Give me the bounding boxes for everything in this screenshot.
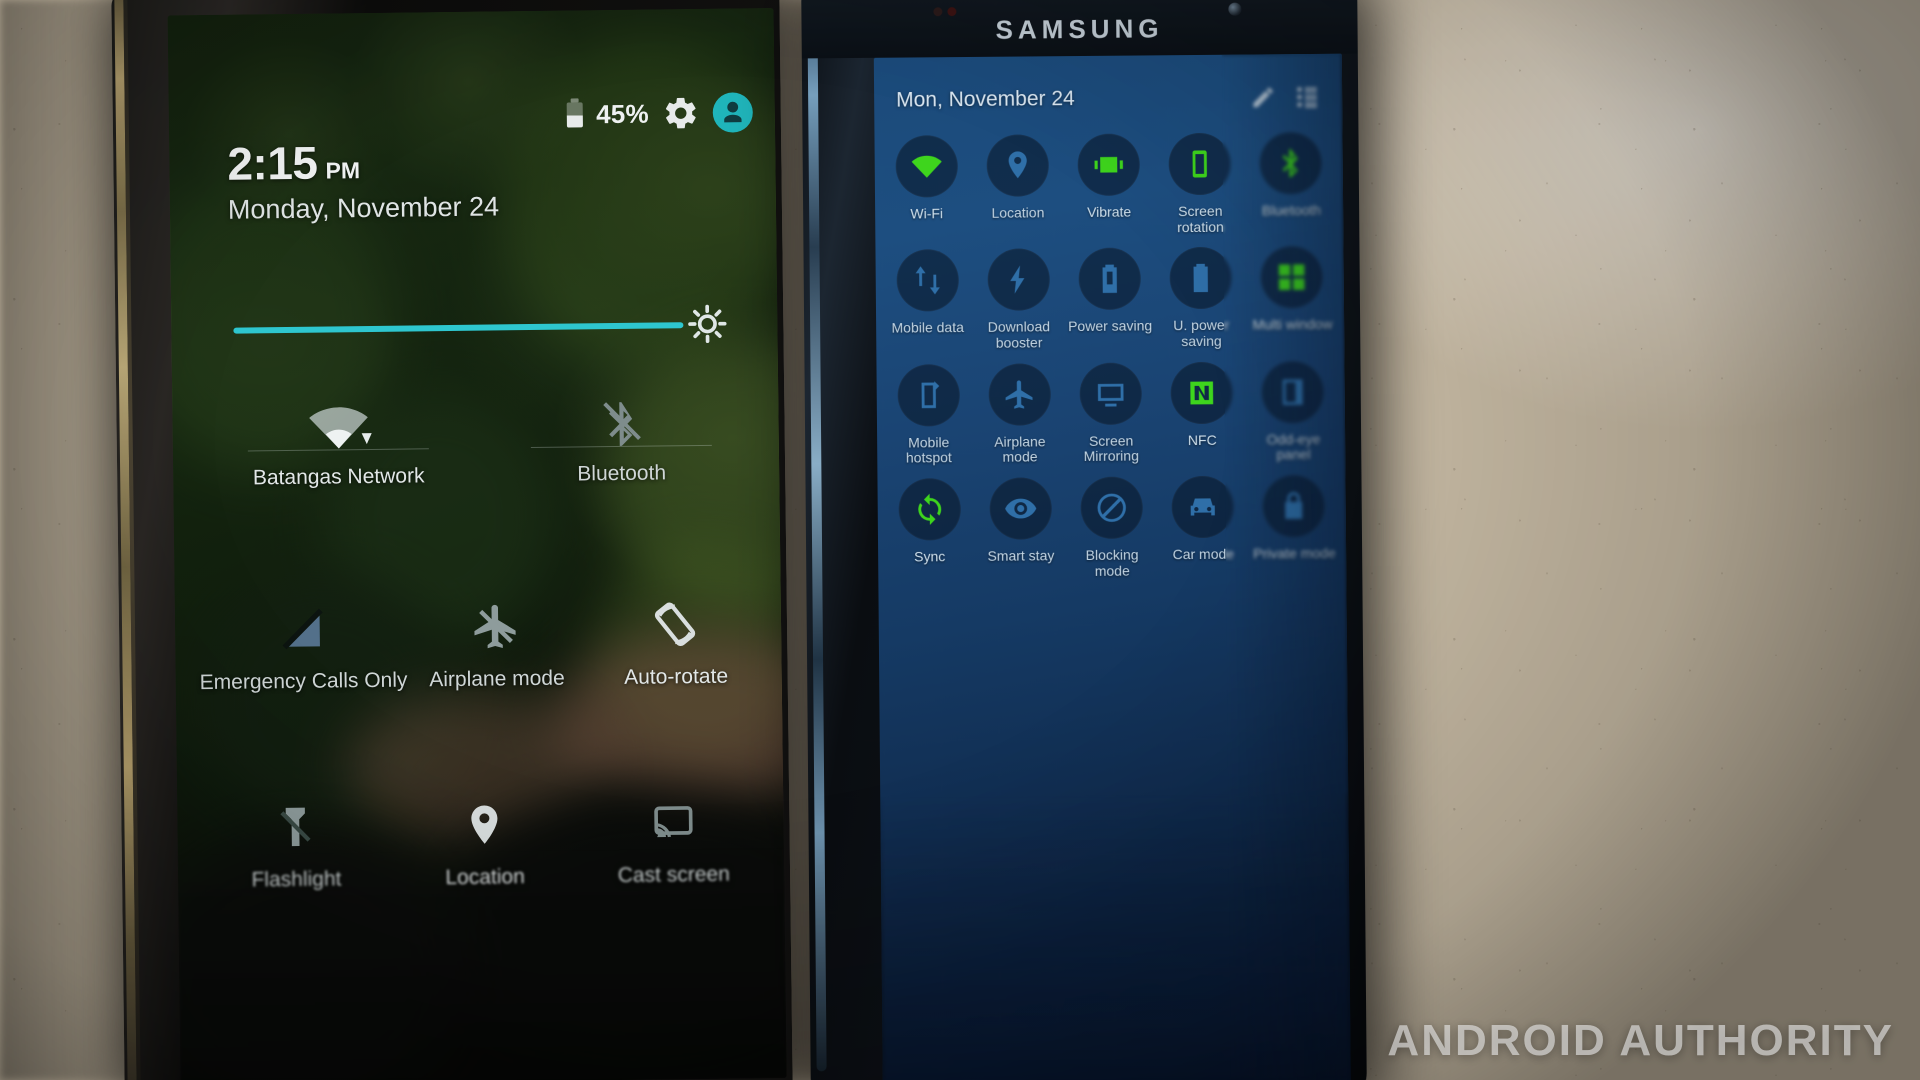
tile-bluetooth[interactable]: Bluetooth (479, 378, 763, 487)
samsung-tile-label: Mobile data (891, 319, 964, 337)
sync-icon (898, 478, 961, 541)
right-phone-top-bezel: SAMSUNG (801, 0, 1358, 59)
wifi-icon (895, 135, 958, 198)
battery-percent-label: 45% (595, 98, 649, 129)
samsung-tile-blocking-mode[interactable]: Blocking mode (1066, 476, 1158, 579)
brightness-icon[interactable] (687, 304, 727, 344)
tile-label: Batangas Network (252, 464, 425, 490)
smart-stay-icon (989, 477, 1052, 540)
vibrate-icon (1077, 133, 1140, 197)
samsung-tile-label: Download booster (987, 318, 1051, 351)
right-phone-edge-highlight (807, 0, 827, 1072)
left-status-bar: 45% (567, 92, 754, 134)
left-clock-ampm: PM (325, 157, 361, 184)
screen-mirroring-icon (1079, 362, 1142, 425)
bluetooth-off-icon (479, 378, 763, 463)
airplane-off-icon (406, 584, 586, 668)
samsung-tile-label: Power saving (1068, 317, 1153, 335)
samsung-tile-label: Blocking mode (1085, 546, 1139, 579)
tile-label: Airplane mode (429, 666, 565, 692)
left-clock-time: 2:15 (227, 136, 318, 190)
samsung-tile-screen-mirroring[interactable]: Screen Mirroring (1065, 362, 1157, 465)
samsung-tile-label: Screen Mirroring (1083, 432, 1139, 465)
samsung-tile-label: Location (991, 204, 1045, 221)
samsung-brand-logo: SAMSUNG (995, 13, 1164, 45)
samsung-tile-airplane-mode[interactable]: Airplane mode (974, 362, 1066, 466)
right-phone-device: SAMSUNG Mon, November 24 Wi-Fi Location Vi… (801, 0, 1367, 1080)
airplane-mode-icon (988, 362, 1051, 426)
download-booster-icon (987, 248, 1050, 312)
tile-emergency-calls[interactable]: Emergency Calls Only (199, 587, 408, 696)
samsung-tile-label: Wi-Fi (910, 205, 944, 222)
gear-icon[interactable] (662, 94, 700, 132)
left-screen-focus-falloff (177, 847, 787, 1080)
samsung-tile-label: Vibrate (1087, 203, 1132, 220)
mobile-hotspot-icon (897, 363, 960, 427)
watermark: ANDROID AUTHORITY (1387, 1016, 1894, 1065)
signal-off-icon (199, 587, 408, 672)
tile-auto-rotate[interactable]: Auto-rotate (585, 582, 765, 690)
tile-label: Bluetooth (577, 461, 667, 486)
header-spacer (1075, 98, 1232, 99)
left-phone-screen: 45% 2:15 PM Monday, November 24 Batangas… (167, 8, 787, 1080)
samsung-tile-label: Sync (914, 548, 946, 565)
samsung-tile-download-booster[interactable]: Download booster (973, 248, 1065, 352)
power-saving-icon (1078, 247, 1141, 311)
wifi-icon (196, 382, 480, 467)
brightness-slider[interactable] (233, 304, 727, 353)
battery-icon (567, 101, 584, 128)
tile-label: Auto-rotate (624, 664, 729, 689)
samsung-tile-mobile-hotspot[interactable]: Mobile hotspot (882, 363, 974, 467)
left-date-label: Monday, November 24 (227, 191, 500, 225)
samsung-tile-power-saving[interactable]: Power saving (1064, 247, 1156, 351)
right-date-label: Mon, November 24 (896, 87, 1075, 112)
samsung-tile-location[interactable]: Location (972, 134, 1064, 237)
right-screen-edge-falloff (1221, 53, 1351, 1080)
left-clock-group: 2:15 PM (227, 135, 360, 191)
brightness-slider-track[interactable] (233, 322, 684, 334)
samsung-tile-label: Mobile hotspot (905, 433, 952, 466)
tile-airplane-mode[interactable]: Airplane mode (406, 584, 586, 692)
samsung-tile-vibrate[interactable]: Vibrate (1063, 133, 1155, 236)
samsung-tile-sync[interactable]: Sync (883, 478, 975, 581)
samsung-tile-label: Smart stay (987, 547, 1055, 564)
left-tile-row-1: Batangas Network Bluetooth (196, 378, 763, 491)
left-tile-row-2: Emergency Calls Only Airplane mode Auto-… (199, 582, 766, 695)
right-phone-screen: Mon, November 24 Wi-Fi Location Vibrate Scr… (873, 53, 1351, 1080)
tile-wifi[interactable]: Batangas Network (196, 382, 480, 491)
samsung-tile-smart-stay[interactable]: Smart stay (975, 477, 1067, 580)
left-tile-grid: Batangas Network Bluetooth Emergency Cal… (196, 378, 768, 893)
samsung-tile-mobile-data[interactable]: Mobile data (881, 249, 973, 352)
blocking-mode-icon (1080, 476, 1143, 540)
samsung-tile-label: Airplane mode (994, 433, 1046, 466)
auto-rotate-icon (585, 582, 765, 666)
samsung-tile-wi-fi[interactable]: Wi-Fi (880, 135, 972, 238)
tile-label: Emergency Calls Only (199, 668, 408, 695)
location-pin-icon (986, 134, 1049, 197)
mobile-data-icon (896, 249, 959, 312)
left-phone-device: 45% 2:15 PM Monday, November 24 Batangas… (111, 0, 793, 1080)
screenshot-canvas: 45% 2:15 PM Monday, November 24 Batangas… (0, 0, 1920, 1080)
user-avatar-icon[interactable] (712, 92, 754, 133)
